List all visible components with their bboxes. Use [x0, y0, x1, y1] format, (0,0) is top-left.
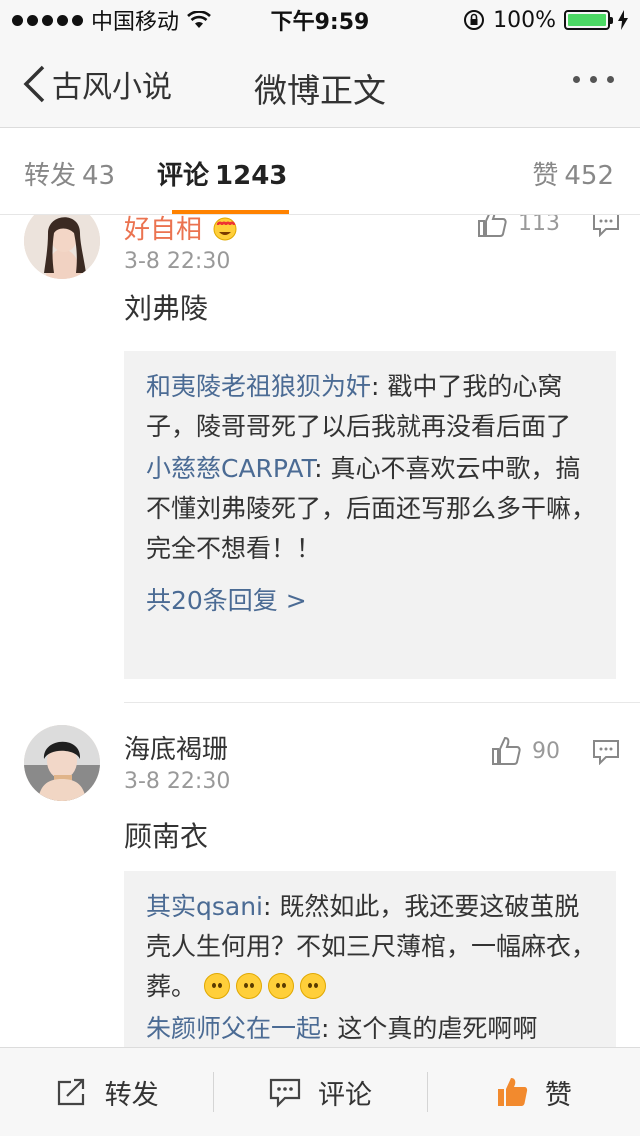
reply-item: 小慈慈CARPAT: 真心不喜欢云中歌，搞不懂刘弗陵死了，后面还写那么多干嘛，完…: [146, 449, 598, 569]
tab-repost-count: 43: [82, 161, 116, 191]
comment-item: 好自相 3-8 22:30 113 刘弗陵 和夷陵老祖狼狈为奸: 戳中了我的心窝…: [0, 215, 640, 703]
heart-eyes-emoji-icon: [213, 217, 237, 241]
tab-comment-count: 1243: [215, 161, 288, 191]
reply-item: 其实qsani: 既然如此，我还要这破茧脱壳人生何用？不如三尺薄棺，一幅麻衣，葬…: [146, 887, 598, 1007]
page-title: 微博正文: [254, 71, 386, 110]
charging-icon: [618, 10, 628, 30]
reply-username[interactable]: 其实qsani: [146, 892, 263, 921]
tab-like[interactable]: 赞 452: [532, 155, 614, 192]
battery-icon: [564, 10, 613, 30]
more-options-button[interactable]: [573, 76, 614, 83]
wifi-icon: [187, 11, 211, 28]
reply-username[interactable]: 朱颜师父在一起: [146, 1014, 321, 1043]
like-button[interactable]: 113: [476, 215, 560, 239]
navigation-bar: 古风小说 微博正文: [0, 40, 640, 128]
comment-username[interactable]: 海底褐珊: [124, 729, 228, 766]
thumbs-up-icon: [478, 215, 507, 237]
reply-item: 和夷陵老祖狼狈为奸: 戳中了我的心窝子，陵哥哥死了以后我就再没看后面了: [146, 367, 598, 447]
view-all-replies-link[interactable]: 共20条回复 >: [146, 581, 598, 617]
comment-text: 顾南衣: [124, 820, 209, 853]
comment-label: 评论: [317, 1079, 372, 1111]
status-bar: 中国移动 下午9:59 100%: [0, 0, 640, 40]
avatar[interactable]: [24, 215, 100, 279]
reply-preview-box[interactable]: 和夷陵老祖狼狈为奸: 戳中了我的心窝子，陵哥哥死了以后我就再没看后面了 小慈慈C…: [124, 351, 616, 679]
like-button[interactable]: 90: [490, 735, 560, 767]
reply-username[interactable]: 和夷陵老祖狼狈为奸: [146, 372, 371, 401]
tab-comment[interactable]: 评论 1243: [157, 155, 287, 192]
like-label: 赞: [544, 1079, 572, 1111]
reply-comment-icon[interactable]: [592, 739, 620, 765]
sad-face-emoji-icon: [267, 973, 294, 999]
tab-repost[interactable]: 转发 43: [24, 155, 115, 192]
sad-face-emoji-icon: [203, 973, 230, 999]
comment-username[interactable]: 好自相: [124, 215, 240, 246]
comment-button[interactable]: 评论: [213, 1048, 426, 1136]
repost-button[interactable]: 转发: [0, 1048, 213, 1136]
tab-like-count: 452: [564, 161, 614, 191]
carrier-name: 中国移动: [91, 10, 180, 35]
reply-item: 朱颜师父在一起: 这个真的虐死啊啊: [146, 1009, 598, 1047]
rotation-lock-icon: [464, 10, 485, 30]
thumbs-up-filled-icon: [497, 1078, 527, 1106]
tab-comment-label: 评论: [157, 161, 210, 191]
avatar[interactable]: [24, 725, 100, 801]
crying-face-emoji-icon: [299, 973, 326, 999]
comment-list[interactable]: 好自相 3-8 22:30 113 刘弗陵 和夷陵老祖狼狈为奸: 戳中了我的心窝…: [0, 215, 640, 1047]
like-post-button[interactable]: 赞: [426, 1048, 640, 1136]
comment-text: 刘弗陵: [124, 292, 209, 325]
like-count: 113: [518, 215, 560, 236]
thumbs-up-icon: [492, 736, 521, 765]
battery-percent: 100%: [493, 7, 556, 33]
share-arrow-icon: [57, 1078, 84, 1106]
tab-repost-label: 转发: [24, 161, 77, 191]
bottom-toolbar: 转发 评论 赞: [0, 1047, 640, 1136]
sad-face-emoji-icon: [235, 973, 262, 999]
reply-preview-box[interactable]: 其实qsani: 既然如此，我还要这破茧脱壳人生何用？不如三尺薄棺，一幅麻衣，葬…: [124, 871, 616, 1047]
comment-icon: [269, 1078, 301, 1108]
repost-label: 转发: [104, 1079, 159, 1111]
comment-time: 3-8 22:30: [124, 769, 231, 794]
reply-username[interactable]: 小慈慈CARPAT: [146, 454, 314, 483]
tab-like-label: 赞: [532, 161, 559, 191]
comment-divider: [124, 702, 640, 703]
comment-item: 海底褐珊 3-8 22:30 90 顾南衣 其实qsani: 既然如此，我还要这…: [0, 723, 640, 1047]
reply-text: : 这个真的虐死啊啊: [321, 1014, 538, 1043]
signal-strength-icon: [12, 14, 83, 26]
tab-bar: 转发 43 评论 1243 赞 452: [0, 129, 640, 215]
comment-time: 3-8 22:30: [124, 249, 231, 274]
reply-comment-icon[interactable]: [592, 215, 620, 237]
active-tab-indicator: [172, 210, 289, 214]
like-count: 90: [532, 738, 560, 764]
username-text: 好自相: [124, 215, 203, 245]
